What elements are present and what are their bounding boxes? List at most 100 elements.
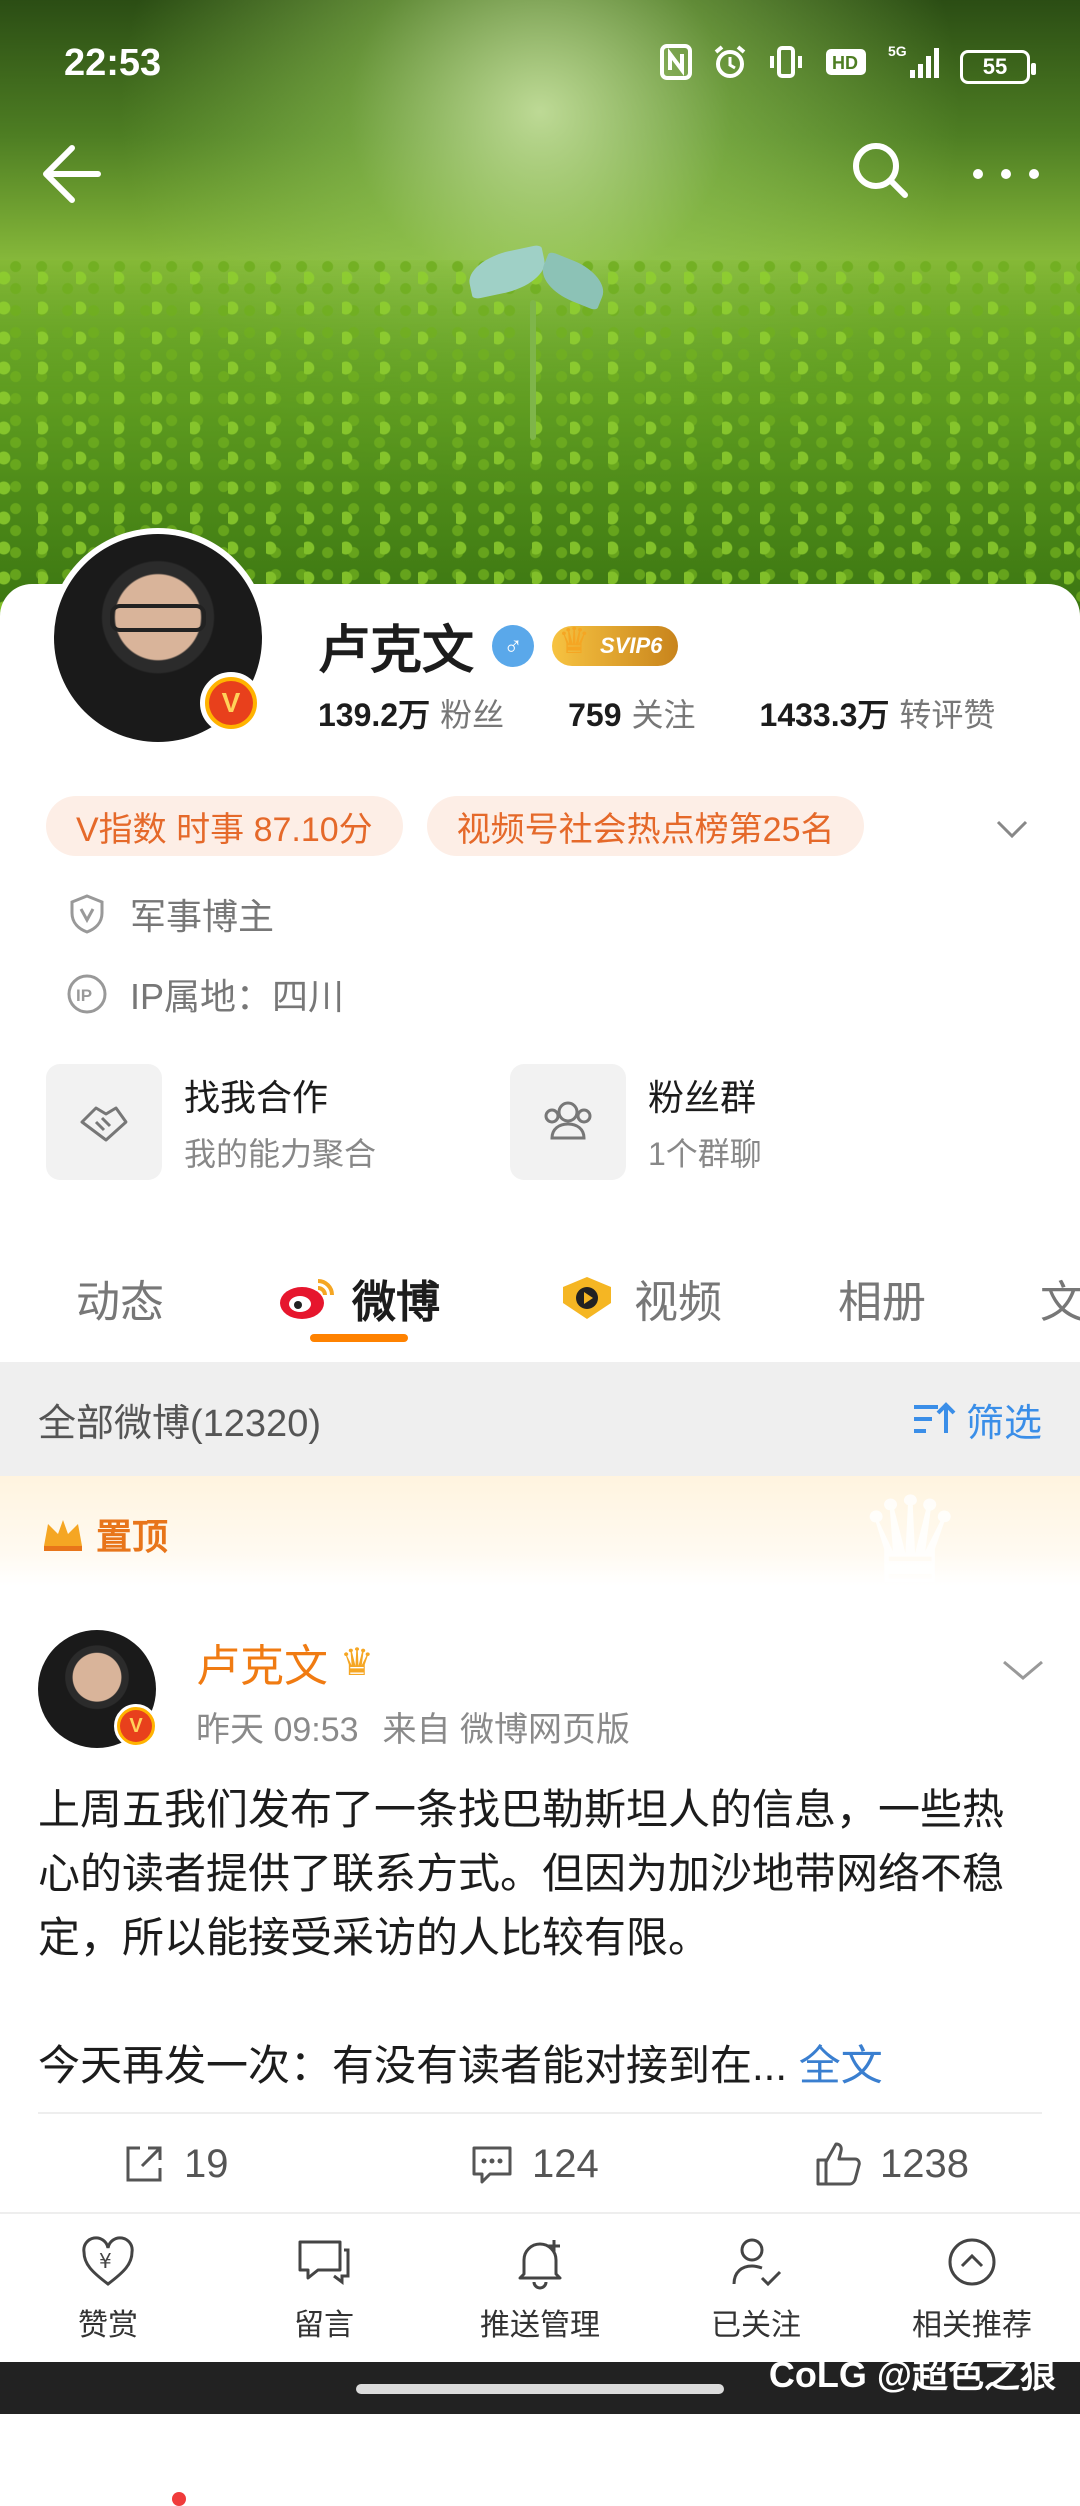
stat-number: 1433.3万 <box>759 697 890 733</box>
category-text: 军事博主 <box>130 896 275 937</box>
svg-text:HD: HD <box>832 53 858 73</box>
crown-icon <box>44 1520 82 1551</box>
post-author-name[interactable]: 卢克文 <box>196 1630 328 1694</box>
info-row-category: 军事博主 <box>66 888 274 940</box>
network-type: 5G <box>888 44 907 59</box>
filter-icon <box>913 1402 956 1433</box>
info-row-ip: IP IP属地：四川 <box>66 968 344 1020</box>
status-icons: HD 5G 55 <box>660 43 1036 89</box>
search-button[interactable] <box>840 130 920 210</box>
tile-title: 找我合作 <box>184 1077 329 1118</box>
profile-name: 卢克文 <box>318 622 475 680</box>
read-full-link[interactable]: 全文 <box>799 2042 883 2089</box>
thumbs-up-icon <box>816 2142 861 2186</box>
message-button[interactable]: 留言 <box>224 2232 424 2344</box>
profile-tabs: 动态 微博 视频 相册 文 <box>0 1230 1080 2506</box>
tile-title: 粉丝群 <box>648 1077 757 1118</box>
profile-pills: V指数 时事 87.10分 视频号社会热点榜第25名 <box>46 796 865 856</box>
stat-followers[interactable]: 139.2万 粉丝 <box>318 690 504 736</box>
verified-badge-icon: V <box>114 1704 158 1748</box>
alarm-icon <box>712 44 748 89</box>
chevron-down-icon <box>1003 1660 1043 1680</box>
heart-yuan-icon: ¥ <box>82 2236 134 2286</box>
stat-label: 转评赞 <box>899 697 996 733</box>
stat-following[interactable]: 759 关注 <box>568 690 695 736</box>
tile-subtitle: 我的能力聚合 <box>184 1136 377 1172</box>
status-time: 22:53 <box>64 42 162 84</box>
more-dots-icon <box>973 169 1039 179</box>
tab-activity[interactable]: 动态 <box>76 1266 164 1330</box>
stat-number: 759 <box>568 697 622 733</box>
battery-level: 55 <box>982 53 1008 79</box>
vibrate-icon <box>768 44 804 89</box>
stat-reposts-comments-likes[interactable]: 1433.3万 转评赞 <box>760 690 996 736</box>
filter-button[interactable]: 筛选 <box>910 1392 1042 1447</box>
bottom-toolbar: ¥ 赞赏 留言 推送管理 已关注 相关推荐 <box>0 2212 1080 2362</box>
male-gender-icon: ♂ <box>492 624 535 667</box>
search-icon <box>853 143 908 198</box>
status-bar: 22:53 HD 5G 55 <box>0 0 1080 130</box>
stat-number: 139.2万 <box>318 697 431 733</box>
notification-dot <box>172 2492 186 2506</box>
verified-badge-icon: V <box>200 672 262 734</box>
svip-badge[interactable]: SVIP6 <box>552 620 679 666</box>
push-settings-button[interactable]: 推送管理 <box>440 2232 640 2344</box>
like-button[interactable]: 1238 <box>814 2140 969 2188</box>
tile-subtitle: 1个群聊 <box>648 1136 762 1172</box>
video-badge-icon <box>563 1277 611 1319</box>
repost-button[interactable]: 19 <box>120 2140 229 2188</box>
pinned-banner: 置顶 ♛ <box>0 1476 1080 1601</box>
chevron-up-circle-icon <box>948 2238 996 2286</box>
post-menu-button[interactable] <box>998 1650 1048 1690</box>
weibo-count: 全部微博(12320) <box>38 1402 321 1445</box>
post-paragraph: 上周五我们发布了一条找巴勒斯坦人的信息，一些热心的读者提供了联系方式。但因为加沙… <box>38 1786 1005 1961</box>
expand-button[interactable] <box>990 806 1034 850</box>
chevron-down-icon <box>996 820 1028 839</box>
back-button[interactable] <box>32 130 112 210</box>
back-arrow-icon <box>43 145 101 203</box>
signal-icon: 5G <box>888 43 940 89</box>
tab-video[interactable]: 视频 <box>554 1266 722 1330</box>
top-navigation <box>0 120 1080 210</box>
profile-tiles: 找我合作 我的能力聚合 粉丝群 1个群聊 <box>46 1064 974 1180</box>
svg-text:IP: IP <box>76 986 92 1005</box>
vip-crown-icon: ♛ <box>340 1641 375 1684</box>
home-indicator[interactable] <box>356 2384 724 2394</box>
post-body: 上周五我们发布了一条找巴勒斯坦人的信息，一些热心的读者提供了联系方式。但因为加沙… <box>38 1778 1038 2098</box>
related-recommendations-button[interactable]: 相关推荐 <box>872 2232 1072 2344</box>
post-meta: 昨天 09:53 来自 微博网页版 <box>196 1702 630 1751</box>
handshake-icon <box>46 1064 162 1180</box>
tile-cooperation[interactable]: 找我合作 我的能力聚合 <box>46 1064 510 1180</box>
stat-label: 关注 <box>631 697 696 733</box>
tab-album[interactable]: 相册 <box>838 1266 926 1330</box>
comment-button[interactable]: 124 <box>468 2140 599 2188</box>
divider <box>38 2112 1042 2114</box>
share-icon <box>126 2146 162 2182</box>
battery-icon: 55 <box>960 49 1036 84</box>
group-users-icon <box>510 1064 626 1180</box>
v-index-pill[interactable]: V指数 时事 87.10分 <box>46 796 403 856</box>
user-check-icon <box>732 2238 782 2287</box>
comment-icon <box>472 2146 512 2184</box>
watermark: CoLG @超色之狼 <box>768 2354 1056 2395</box>
post-paragraph: 今天再发一次：有没有读者能对接到在... 全文 <box>38 2042 883 2089</box>
tile-fan-group[interactable]: 粉丝群 1个群聊 <box>510 1064 974 1180</box>
svg-text:¥: ¥ <box>99 2249 112 2273</box>
nfc-icon <box>660 44 692 89</box>
ip-icon: IP <box>67 974 107 1014</box>
tab-weibo[interactable]: 微博 <box>276 1266 440 1330</box>
post-source: 来自 微博网页版 <box>382 1711 630 1749</box>
sprout-stem <box>530 300 536 440</box>
tab-articles[interactable]: 文 <box>1040 1266 1080 1330</box>
active-tab-indicator <box>310 1334 408 1342</box>
following-button[interactable]: 已关注 <box>656 2232 856 2344</box>
tip-button[interactable]: ¥ 赞赏 <box>8 2232 208 2344</box>
ip-location-text: IP属地：四川 <box>130 976 345 1017</box>
post-author-row: 卢克文 ♛ <box>196 1630 374 1694</box>
ranking-pill[interactable]: 视频号社会热点榜第25名 <box>426 796 865 856</box>
pinned-label: 置顶 <box>40 1508 168 1560</box>
more-button[interactable] <box>956 130 1056 210</box>
post-actions: 19 124 1238 <box>0 2140 1080 2200</box>
profile-name-row: 卢克文 ♂ SVIP6 <box>318 608 679 683</box>
stat-label: 粉丝 <box>440 697 505 733</box>
